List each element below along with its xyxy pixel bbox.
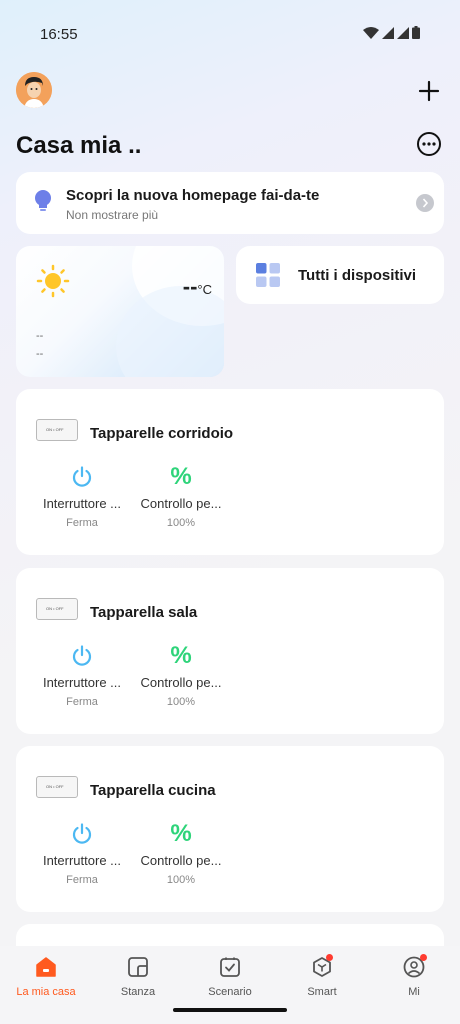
chevron-right-icon[interactable]	[416, 194, 434, 212]
percent-control[interactable]: % Controllo pe... 100%	[131, 463, 231, 530]
battery-icon	[412, 26, 420, 39]
weather-detail: --	[36, 330, 44, 342]
control-value: 100%	[166, 696, 196, 708]
wifi-icon	[363, 26, 379, 39]
device-thumbnail: ON • OFF	[36, 776, 78, 798]
notification-badge	[326, 954, 333, 961]
weather-detail: --	[36, 348, 44, 360]
percent-icon: %	[170, 463, 192, 490]
device-name: Tapparella cucina	[90, 782, 216, 799]
room-icon	[128, 957, 148, 977]
control-label: Controllo pe...	[140, 853, 222, 868]
banner-title: Scopri la nuova homepage fai-da-te	[66, 187, 320, 204]
tab-label: Smart	[307, 986, 337, 998]
device-card-tapparella-sala[interactable]: ON • OFF Tapparella sala Interruttore ..…	[16, 568, 444, 734]
weather-card[interactable]: --°C -- --	[16, 246, 224, 377]
plus-icon	[418, 80, 440, 102]
bottom-tab-bar: La mia casa Stanza Scenario Smart Mi	[0, 946, 460, 1024]
tab-label: Scenario	[208, 986, 252, 998]
avatar[interactable]	[16, 72, 52, 108]
device-name: Tapparelle corridoio	[90, 425, 234, 442]
add-button[interactable]	[416, 78, 442, 104]
power-icon	[72, 645, 92, 666]
tab-home[interactable]: La mia casa	[0, 954, 92, 998]
diy-homepage-banner[interactable]: Scopri la nuova homepage fai-da-te Non m…	[16, 172, 444, 234]
tab-scenario[interactable]: Scenario	[184, 954, 276, 998]
control-label: Controllo pe...	[140, 496, 222, 511]
signal-icon	[397, 26, 409, 39]
percent-icon: %	[170, 820, 192, 847]
tab-label: Mi	[408, 986, 420, 998]
control-value: Ferma	[66, 874, 98, 886]
home-title[interactable]: Casa mia ..	[16, 132, 141, 160]
tab-label: Stanza	[120, 986, 156, 998]
tab-smart[interactable]: Smart	[276, 954, 368, 998]
sun-icon	[36, 264, 70, 298]
status-icons	[363, 26, 420, 39]
status-bar: 16:55	[0, 0, 460, 70]
notification-badge	[420, 954, 427, 961]
control-value: 100%	[166, 874, 196, 886]
grid-icon	[256, 263, 280, 287]
power-switch-control[interactable]: Interruttore ... Ferma	[32, 464, 132, 529]
device-card-tapparella-cucina[interactable]: ON • OFF Tapparella cucina Interruttore …	[16, 746, 444, 912]
control-label: Interruttore ...	[42, 853, 122, 868]
all-devices-label: Tutti i dispositivi	[298, 267, 417, 284]
banner-dismiss-link[interactable]: Non mostrare più	[66, 208, 158, 222]
control-value: 100%	[166, 517, 196, 529]
signal-icon	[382, 26, 394, 39]
device-thumbnail: ON • OFF	[36, 419, 78, 441]
control-value: Ferma	[66, 696, 98, 708]
percent-icon: %	[170, 642, 192, 669]
device-name: Tapparella sala	[90, 604, 198, 621]
tab-room[interactable]: Stanza	[92, 954, 184, 998]
device-thumbnail: ON • OFF	[36, 598, 78, 620]
lightbulb-icon	[35, 190, 51, 211]
power-switch-control[interactable]: Interruttore ... Ferma	[32, 643, 132, 708]
percent-control[interactable]: % Controllo pe... 100%	[131, 820, 231, 887]
status-time: 16:55	[40, 26, 78, 43]
device-card-tapparelle-corridoio[interactable]: ON • OFF Tapparelle corridoio Interrutto…	[16, 389, 444, 555]
control-label: Interruttore ...	[42, 675, 122, 690]
power-icon	[72, 466, 92, 487]
temperature-value: --°C	[182, 274, 212, 299]
power-icon	[72, 823, 92, 844]
percent-control[interactable]: % Controllo pe... 100%	[131, 642, 231, 709]
all-devices-button[interactable]: Tutti i dispositivi	[236, 246, 444, 304]
scenario-icon	[220, 957, 240, 977]
control-value: Ferma	[66, 517, 98, 529]
tab-me[interactable]: Mi	[368, 954, 460, 998]
temperature-unit: °C	[197, 282, 212, 297]
control-label: Controllo pe...	[140, 675, 222, 690]
home-icon	[36, 957, 56, 977]
power-switch-control[interactable]: Interruttore ... Ferma	[32, 821, 132, 886]
more-button[interactable]	[416, 131, 442, 157]
home-indicator[interactable]	[173, 1008, 287, 1012]
tab-label: La mia casa	[16, 986, 76, 998]
more-icon	[417, 132, 441, 156]
control-label: Interruttore ...	[42, 496, 122, 511]
